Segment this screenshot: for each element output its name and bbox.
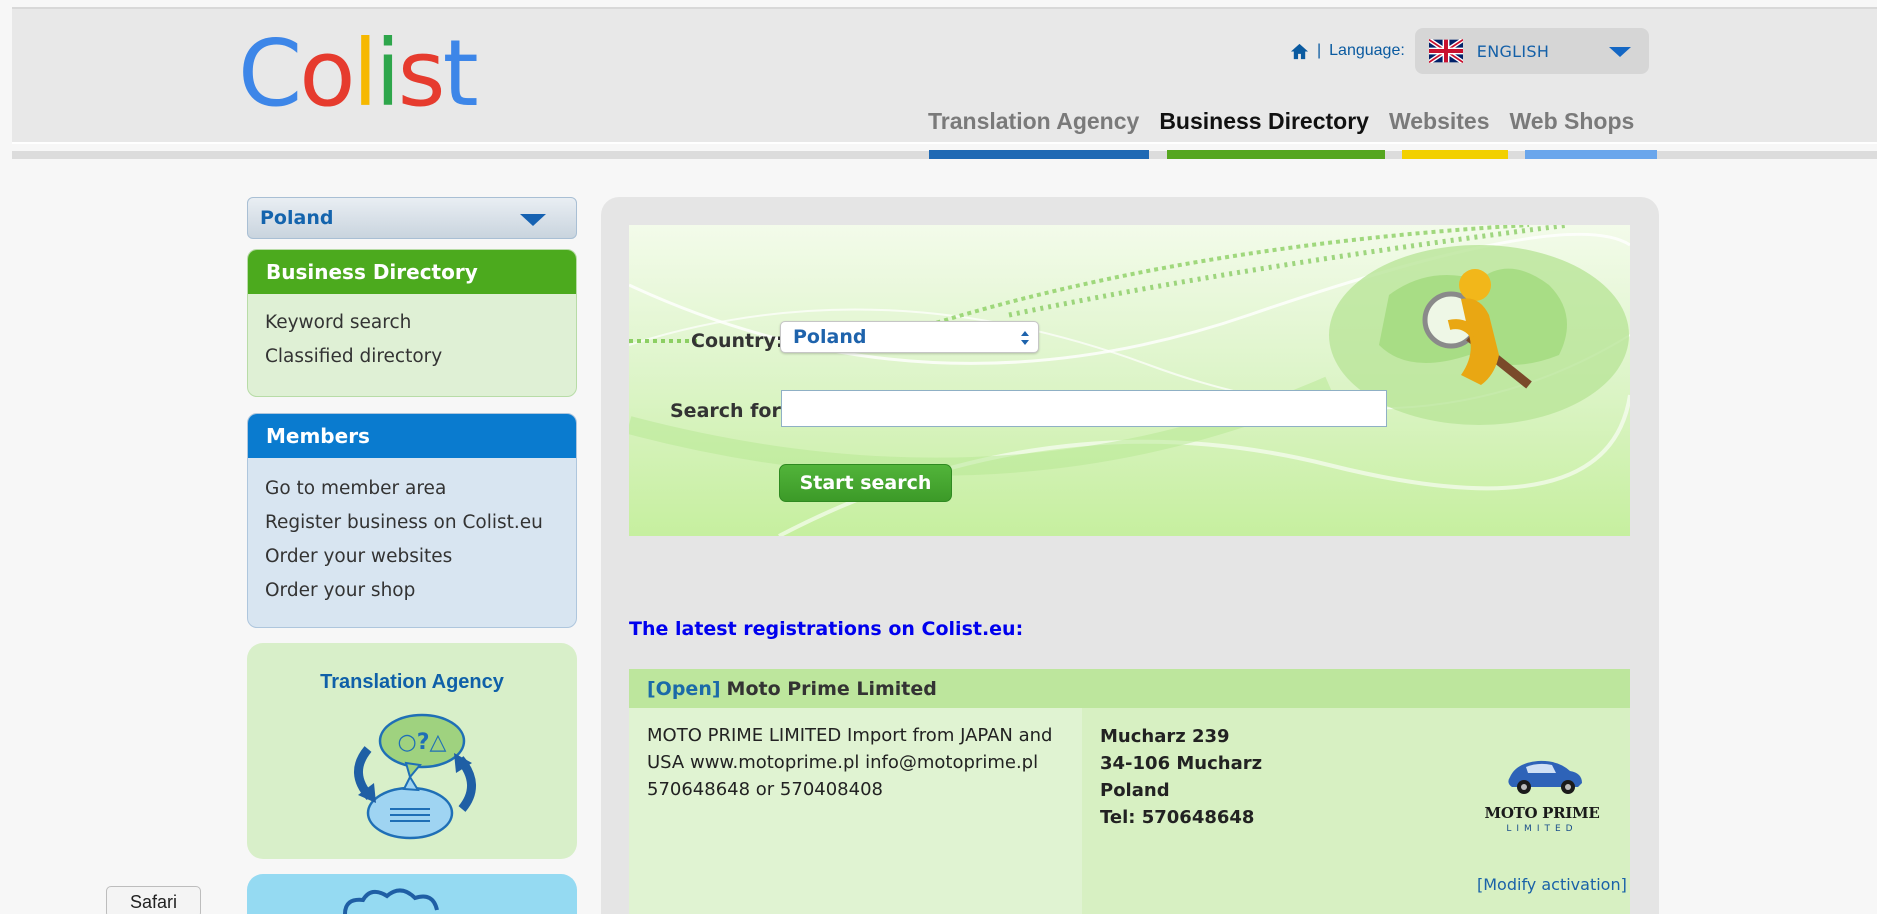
business-directory-title: Business Directory [248,250,576,294]
translation-agency-title: Translation Agency [320,671,504,693]
registration-name[interactable]: Moto Prime Limited [727,678,937,700]
start-search-button[interactable]: Start search [779,464,952,502]
language-select[interactable]: ENGLISH [1414,28,1649,74]
registration-description: MOTO PRIME LIMITED Import from JAPAN and… [629,708,1082,914]
sidebar-link-member-area[interactable]: Go to member area [265,472,560,506]
address-line: Mucharz 239 [1100,726,1230,747]
sidebar-country-value: Poland [260,207,334,229]
sidebar-link-classified-directory[interactable]: Classified directory [265,340,560,374]
business-directory-box: Business Directory Keyword search Classi… [247,249,577,397]
moto-prime-logo-text: MOTO PRIME [1484,804,1600,822]
separator: | [1317,42,1322,59]
search-for-label: Search for: [670,400,789,422]
nav-websites[interactable]: Websites [1389,108,1490,135]
nav-business-directory[interactable]: Business Directory [1159,108,1369,135]
next-service-card[interactable] [247,874,577,914]
nav-web-shops[interactable]: Web Shops [1510,108,1635,135]
sidebar-link-order-shop[interactable]: Order your shop [265,574,560,608]
colist-logo[interactable]: Colist [238,20,479,127]
translation-icon: ○?△ [354,713,476,840]
registration-status[interactable]: [Open] [647,678,721,700]
moto-prime-logo-sub: LIMITED [1506,824,1578,834]
nav-underline-webshops [1525,150,1657,159]
country-label: Country: [691,330,784,352]
sidebar-link-keyword-search[interactable]: Keyword search [265,306,560,340]
utility-bar: | Language: ENGLISH [1290,28,1649,74]
nav-underline-translation [929,150,1149,159]
chevron-down-icon [1608,47,1631,57]
home-icon[interactable] [1290,42,1309,61]
registration-details: Mucharz 239 34-106 Mucharz Poland Tel: 5… [1082,708,1630,914]
logo-letter: C [238,20,302,127]
search-input[interactable] [781,390,1387,427]
chevron-down-icon [520,214,546,226]
nav-underline-websites [1402,150,1508,159]
svg-text:○?△: ○?△ [398,730,447,755]
members-title: Members [248,414,576,458]
address-line: Poland [1100,780,1170,801]
country-select[interactable]: Poland [780,321,1039,353]
safari-tooltip: Safari [106,886,201,914]
cloud-icon [343,888,439,914]
latest-registrations-title: The latest registrations on Colist.eu: [629,618,1024,640]
registration-address: Mucharz 239 34-106 Mucharz Poland Tel: 5… [1100,723,1262,831]
logo-letter: i [375,20,401,127]
address-line: Tel: 570648648 [1100,807,1255,828]
registration-header[interactable]: [Open] Moto Prime Limited [629,669,1630,708]
language-value: ENGLISH [1476,41,1550,61]
country-select-value: Poland [793,326,867,348]
logo-letter: t [442,20,479,127]
sidebar-country-select[interactable]: Poland [247,197,577,239]
members-box: Members Go to member area Register busin… [247,413,577,628]
language-label: Language: [1329,42,1405,59]
sidebar-link-order-websites[interactable]: Order your websites [265,540,560,574]
main-nav: Translation Agency Business Directory We… [928,108,1654,135]
modify-activation-link[interactable]: [Modify activation] [1477,875,1627,894]
sidebar-link-register-business[interactable]: Register business on Colist.eu [265,506,560,540]
nav-translation-agency[interactable]: Translation Agency [928,108,1139,135]
logo-letter: o [299,20,355,127]
address-line: 34-106 Mucharz [1100,753,1263,774]
nav-underline-business [1167,150,1385,159]
logo-letter: s [397,20,446,127]
translation-agency-card[interactable]: Translation Agency ○?△ [247,643,577,859]
select-stepper-icon [1021,331,1029,345]
uk-flag-icon [1428,39,1463,63]
logo-letter: l [352,20,379,127]
